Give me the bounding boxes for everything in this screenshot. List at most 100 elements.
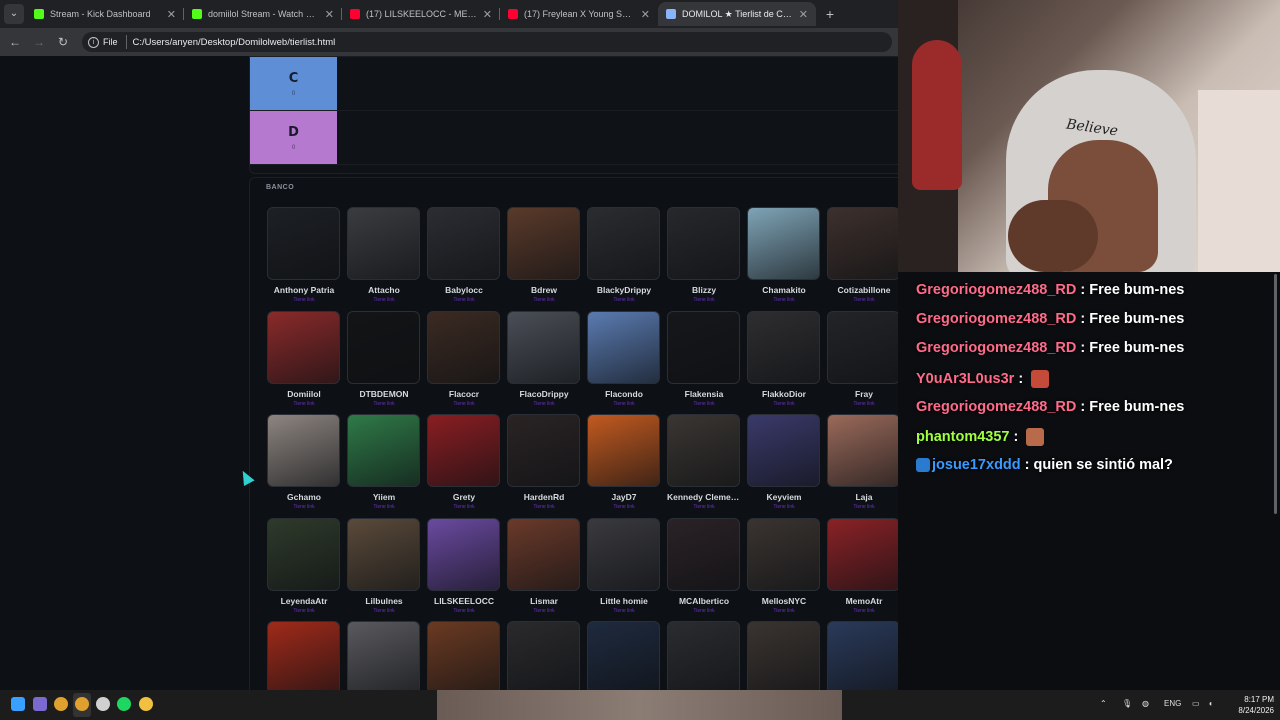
obs-icon[interactable]: [96, 697, 110, 711]
app-icon[interactable]: [33, 697, 47, 711]
network-icon[interactable]: ◍: [1142, 699, 1149, 708]
artist-card[interactable]: MCAlbertico Tiene link: [667, 517, 741, 620]
artist-card[interactable]: DTBDEMON Tiene link: [347, 310, 421, 413]
file-explorer-icon[interactable]: [139, 697, 153, 711]
tier-row-c[interactable]: C0: [250, 57, 898, 111]
artist-link-label[interactable]: Tiene link: [427, 401, 501, 407]
artist-link-label[interactable]: Tiene link: [507, 608, 581, 614]
artist-card[interactable]: Little homie Tiene link: [587, 517, 661, 620]
artist-card[interactable]: HardenRd Tiene link: [507, 414, 581, 516]
language-indicator[interactable]: ENG: [1164, 699, 1181, 708]
artist-card[interactable]: Lismar Tiene link: [507, 517, 581, 620]
artist-link-label[interactable]: Tiene link: [347, 401, 421, 407]
artist-link-label[interactable]: Tiene link: [267, 608, 341, 614]
artist-link-label[interactable]: Tiene link: [267, 297, 341, 303]
artist-card[interactable]: [587, 621, 661, 690]
artist-card[interactable]: [507, 621, 581, 690]
tab-close-icon[interactable]: ✕: [325, 8, 334, 21]
system-clock[interactable]: 8:17 PM 8/24/2026: [1222, 694, 1274, 716]
artist-card[interactable]: Laja Tiene link: [827, 414, 898, 516]
artist-link-label[interactable]: Tiene link: [747, 608, 821, 614]
artist-card[interactable]: LeyendaAtr Tiene link: [267, 517, 341, 620]
artist-link-label[interactable]: Tiene link: [667, 504, 741, 510]
artist-card[interactable]: MemoAtr Tiene link: [827, 517, 898, 620]
artist-card[interactable]: [347, 621, 421, 690]
display-icon[interactable]: ▭: [1192, 699, 1200, 708]
chat-scrollbar[interactable]: [1274, 274, 1277, 514]
artist-card[interactable]: BlackyDrippy Tiene link: [587, 207, 661, 309]
artist-card[interactable]: [747, 621, 821, 690]
artist-card[interactable]: Flakensia Tiene link: [667, 310, 741, 413]
chat-username[interactable]: Gregoriogomez488_RD: [916, 311, 1076, 327]
artist-card[interactable]: [267, 621, 341, 690]
tab-close-icon[interactable]: ✕: [167, 8, 176, 21]
chat-username[interactable]: Gregoriogomez488_RD: [916, 282, 1076, 298]
artist-link-label[interactable]: Tiene link: [427, 504, 501, 510]
artist-link-label[interactable]: Tiene link: [347, 297, 421, 303]
artist-link-label[interactable]: Tiene link: [747, 401, 821, 407]
url-text[interactable]: C:/Users/anyen/Desktop/Domilolweb/tierli…: [133, 37, 336, 48]
tab-5[interactable]: DOMILOL ★ Tierlist de Cantant ✕: [658, 2, 816, 26]
back-button[interactable]: ←: [6, 33, 24, 51]
artist-link-label[interactable]: Tiene link: [267, 401, 341, 407]
artist-link-label[interactable]: Tiene link: [347, 608, 421, 614]
chat-username[interactable]: Gregoriogomez488_RD: [916, 340, 1076, 356]
artist-card[interactable]: FlacoDrippy Tiene link: [507, 310, 581, 413]
artist-link-label[interactable]: Tiene link: [747, 297, 821, 303]
spotify-icon[interactable]: [117, 697, 131, 711]
artist-card[interactable]: Babylocc Tiene link: [427, 207, 501, 309]
artist-card[interactable]: MellosNYC Tiene link: [747, 517, 821, 620]
artist-link-label[interactable]: Tiene link: [827, 401, 898, 407]
artist-link-label[interactable]: Tiene link: [667, 297, 741, 303]
artist-link-label[interactable]: Tiene link: [587, 297, 661, 303]
site-info-chip[interactable]: i File: [88, 35, 127, 49]
artist-card[interactable]: Lilbulnes Tiene link: [347, 517, 421, 620]
artist-link-label[interactable]: Tiene link: [507, 297, 581, 303]
windows-start-icon[interactable]: [11, 697, 25, 711]
new-tab-button[interactable]: +: [822, 4, 838, 24]
artist-link-label[interactable]: Tiene link: [347, 504, 421, 510]
artist-link-label[interactable]: Tiene link: [427, 608, 501, 614]
tier-label[interactable]: C0: [250, 57, 337, 110]
artist-link-label[interactable]: Tiene link: [667, 401, 741, 407]
artist-link-label[interactable]: Tiene link: [587, 608, 661, 614]
tab-1[interactable]: Stream - Kick Dashboard ✕: [26, 2, 184, 26]
artist-link-label[interactable]: Tiene link: [507, 504, 581, 510]
tab-3[interactable]: (17) LILSKEELOCC - ME ENVERG ✕: [342, 2, 500, 26]
artist-link-label[interactable]: Tiene link: [427, 297, 501, 303]
tier-row-d[interactable]: D0: [250, 111, 898, 165]
artist-card[interactable]: JayD7 Tiene link: [587, 414, 661, 516]
address-bar[interactable]: i File C:/Users/anyen/Desktop/Domilolweb…: [82, 32, 892, 52]
artist-link-label[interactable]: Tiene link: [827, 297, 898, 303]
tab-close-icon[interactable]: ✕: [799, 8, 808, 21]
artist-card[interactable]: Blizzy Tiene link: [667, 207, 741, 309]
artist-card[interactable]: Keyviem Tiene link: [747, 414, 821, 516]
tab-2[interactable]: domiilol Stream - Watch Live o ✕: [184, 2, 342, 26]
artist-card[interactable]: Grety Tiene link: [427, 414, 501, 516]
forward-button[interactable]: →: [30, 33, 48, 51]
artist-card[interactable]: Domiilol Tiene link: [267, 310, 341, 413]
artist-card[interactable]: Anthony Patria Tiene link: [267, 207, 341, 309]
artist-card[interactable]: Yiiem Tiene link: [347, 414, 421, 516]
artist-card[interactable]: Attacho Tiene link: [347, 207, 421, 309]
tray-overflow-icon[interactable]: ⌃: [1100, 699, 1107, 708]
artist-card[interactable]: [427, 621, 501, 690]
artist-card[interactable]: Flacocr Tiene link: [427, 310, 501, 413]
artist-card[interactable]: LILSKEELOCC Tiene link: [427, 517, 501, 620]
artist-card[interactable]: Gchamo Tiene link: [267, 414, 341, 516]
artist-link-label[interactable]: Tiene link: [827, 504, 898, 510]
tab-close-icon[interactable]: ✕: [641, 8, 650, 21]
tab-search-button[interactable]: ⌄: [4, 4, 24, 24]
tier-label[interactable]: D0: [250, 111, 337, 164]
tab-close-icon[interactable]: ✕: [483, 8, 492, 21]
chat-username[interactable]: Gregoriogomez488_RD: [916, 399, 1076, 415]
volume-icon[interactable]: ◖: [1208, 699, 1213, 708]
artist-link-label[interactable]: Tiene link: [507, 401, 581, 407]
chat-username[interactable]: Y0uAr3L0us3r: [916, 370, 1014, 386]
artist-card[interactable]: Fray Tiene link: [827, 310, 898, 413]
reload-button[interactable]: ↻: [54, 33, 72, 51]
artist-link-label[interactable]: Tiene link: [747, 504, 821, 510]
artist-card[interactable]: [667, 621, 741, 690]
chat-username[interactable]: phantom4357: [916, 429, 1009, 445]
tab-4[interactable]: (17) Freylean X Young Say - Sin ✕: [500, 2, 658, 26]
